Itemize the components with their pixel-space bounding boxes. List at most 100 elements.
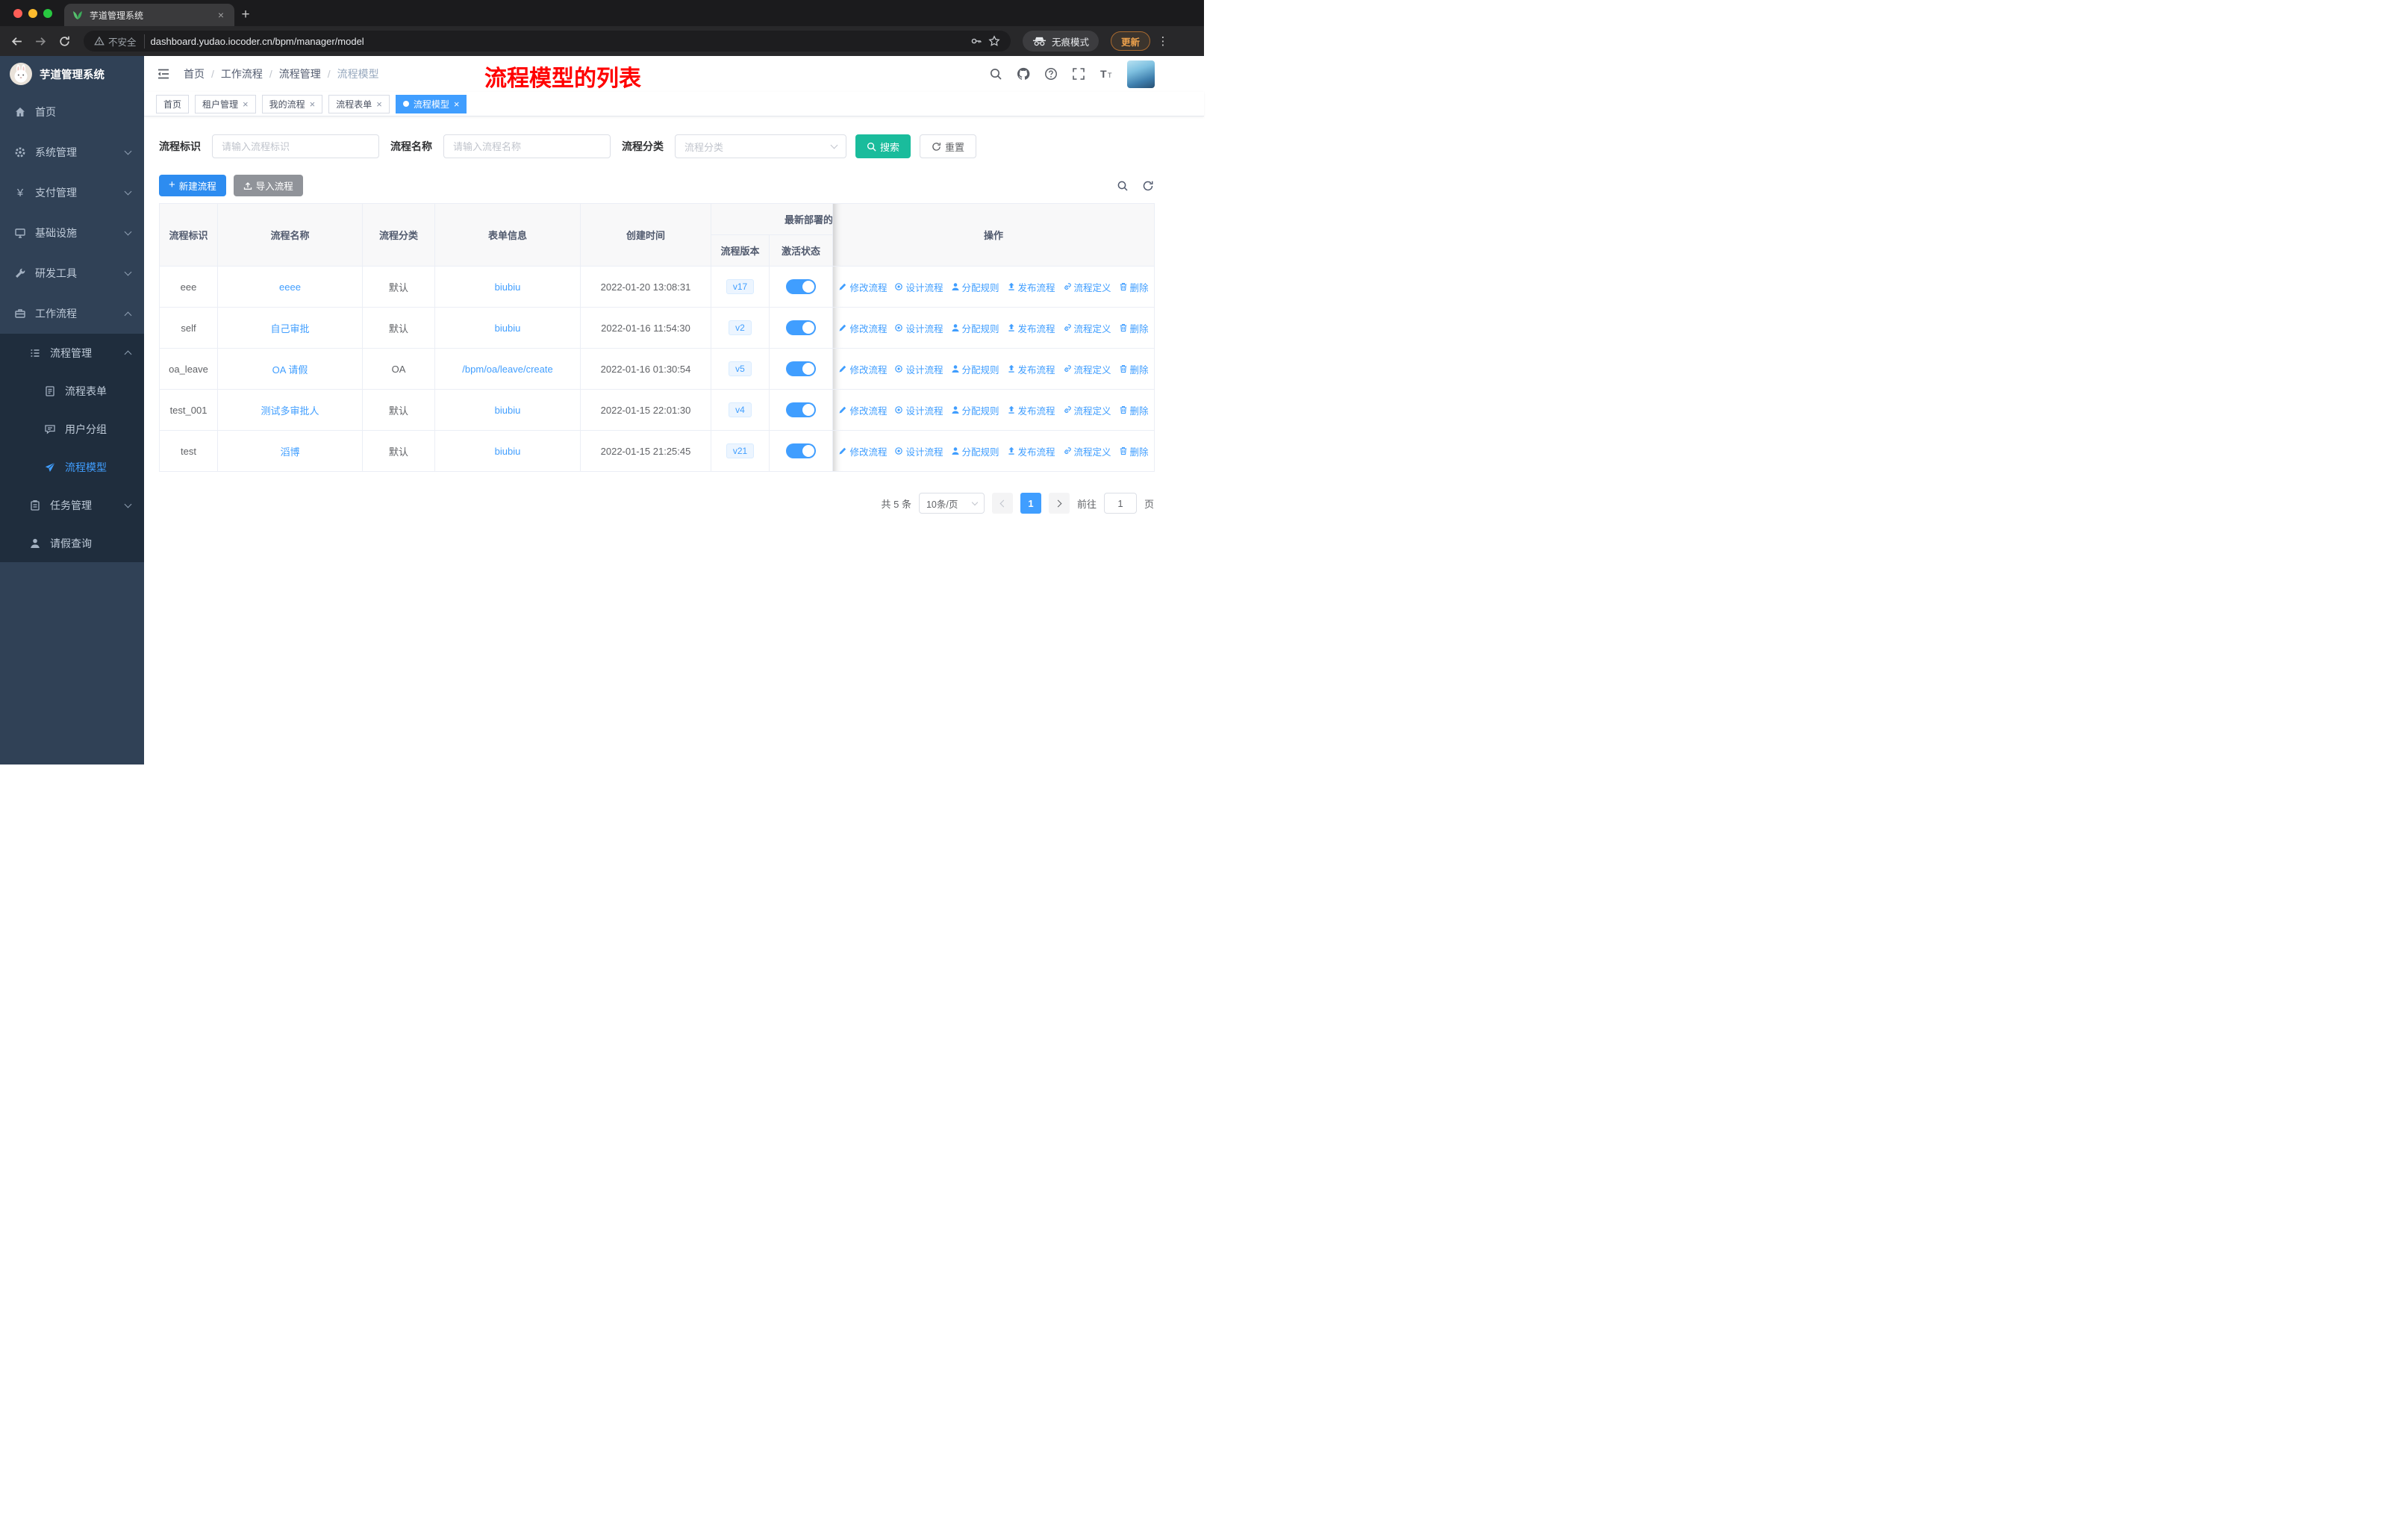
sidebar-item-process-form[interactable]: 流程表单 (0, 372, 144, 410)
reload-icon[interactable] (54, 31, 75, 52)
browser-tab[interactable]: 芋道管理系统 × (64, 4, 234, 26)
form-info-link[interactable]: biubiu (495, 281, 521, 293)
assign-rule-link[interactable]: 分配规则 (951, 362, 999, 376)
publish-process-link[interactable]: 发布流程 (1007, 444, 1055, 458)
tag-home[interactable]: 首页 (156, 94, 190, 113)
update-button[interactable]: 更新 (1110, 31, 1150, 51)
security-warning[interactable]: 不安全 (94, 34, 145, 49)
form-info-link[interactable]: /bpm/oa/leave/create (462, 364, 552, 375)
modify-process-link[interactable]: 修改流程 (838, 444, 887, 458)
fullscreen-icon[interactable] (1072, 67, 1085, 81)
close-icon[interactable]: × (376, 99, 382, 109)
breadcrumb-item-home[interactable]: 首页 (184, 66, 214, 81)
process-category-select[interactable]: 流程分类 (675, 134, 846, 158)
active-toggle[interactable] (786, 443, 816, 458)
breadcrumb-item-process-management[interactable]: 流程管理 (279, 66, 331, 81)
back-icon[interactable] (6, 31, 27, 52)
design-process-link[interactable]: 设计流程 (894, 280, 943, 294)
process-definition-link[interactable]: 流程定义 (1063, 321, 1111, 335)
publish-process-link[interactable]: 发布流程 (1007, 280, 1055, 294)
publish-process-link[interactable]: 发布流程 (1007, 362, 1055, 376)
goto-page-input[interactable] (1103, 493, 1137, 514)
breadcrumb-item-workflow[interactable]: 工作流程 (221, 66, 272, 81)
prev-page-button[interactable] (991, 493, 1013, 514)
modify-process-link[interactable]: 修改流程 (838, 280, 887, 294)
browser-menu-icon[interactable]: ⋮ (1156, 34, 1170, 48)
tag-process-form[interactable]: 流程表单 × (328, 94, 390, 113)
modify-process-link[interactable]: 修改流程 (838, 362, 887, 376)
sidebar-item-task-management[interactable]: 任务管理 (0, 486, 144, 524)
forward-icon[interactable] (30, 31, 51, 52)
form-info-link[interactable]: biubiu (495, 323, 521, 334)
active-toggle[interactable] (786, 361, 816, 376)
reset-button[interactable]: 重置 (920, 134, 977, 158)
create-process-button[interactable]: + 新建流程 (159, 175, 226, 196)
sidebar-item-dev-tools[interactable]: 研发工具 (0, 253, 144, 293)
close-window-button[interactable] (13, 8, 22, 18)
import-process-button[interactable]: 导入流程 (233, 175, 303, 196)
tag-tenant-management[interactable]: 租户管理 × (195, 94, 256, 113)
delete-link[interactable]: 删除 (1119, 280, 1149, 294)
active-toggle[interactable] (786, 320, 816, 335)
close-icon[interactable]: × (454, 99, 460, 109)
active-toggle[interactable] (786, 279, 816, 294)
process-definition-link[interactable]: 流程定义 (1063, 362, 1111, 376)
tag-my-process[interactable]: 我的流程 × (261, 94, 323, 113)
toggle-search-icon[interactable] (1117, 180, 1129, 192)
delete-link[interactable]: 删除 (1119, 444, 1149, 458)
tag-process-model[interactable]: 流程模型 × (395, 94, 467, 113)
design-process-link[interactable]: 设计流程 (894, 444, 943, 458)
process-name-link[interactable]: 测试多审批人 (261, 405, 319, 417)
assign-rule-link[interactable]: 分配规则 (951, 403, 999, 417)
active-toggle[interactable] (786, 402, 816, 417)
process-definition-link[interactable]: 流程定义 (1063, 280, 1111, 294)
sidebar-item-workflow[interactable]: 工作流程 (0, 293, 144, 334)
font-size-icon[interactable]: TT (1099, 67, 1113, 81)
sidebar-item-user-group[interactable]: 用户分组 (0, 410, 144, 448)
design-process-link[interactable]: 设计流程 (894, 403, 943, 417)
publish-process-link[interactable]: 发布流程 (1007, 321, 1055, 335)
github-icon[interactable] (1017, 67, 1030, 81)
sidebar-collapse-icon[interactable] (156, 66, 171, 81)
process-definition-link[interactable]: 流程定义 (1063, 403, 1111, 417)
process-name-link[interactable]: eeee (279, 281, 301, 293)
publish-process-link[interactable]: 发布流程 (1007, 403, 1055, 417)
password-key-icon[interactable] (970, 35, 982, 47)
process-name-link[interactable]: 自己审批 (270, 323, 309, 334)
process-name-link[interactable]: OA 请假 (272, 364, 308, 376)
close-icon[interactable]: × (243, 99, 249, 109)
assign-rule-link[interactable]: 分配规则 (951, 321, 999, 335)
address-bar[interactable]: 不安全 dashboard.yudao.iocoder.cn/bpm/manag… (84, 31, 1011, 52)
help-icon[interactable] (1044, 67, 1058, 81)
close-icon[interactable]: × (310, 99, 316, 109)
modify-process-link[interactable]: 修改流程 (838, 403, 887, 417)
search-icon[interactable] (989, 67, 1002, 81)
process-name-link[interactable]: 滔博 (280, 446, 299, 458)
minimize-window-button[interactable] (28, 8, 37, 18)
delete-link[interactable]: 删除 (1119, 362, 1149, 376)
modify-process-link[interactable]: 修改流程 (838, 321, 887, 335)
process-name-input[interactable] (443, 134, 611, 158)
user-avatar[interactable] (1127, 60, 1155, 88)
sidebar-item-infrastructure[interactable]: 基础设施 (0, 213, 144, 253)
sidebar-item-leave-query[interactable]: 请假查询 (0, 524, 144, 562)
assign-rule-link[interactable]: 分配规则 (951, 444, 999, 458)
form-info-link[interactable]: biubiu (495, 405, 521, 416)
page-1-button[interactable]: 1 (1020, 493, 1041, 514)
delete-link[interactable]: 删除 (1119, 403, 1149, 417)
delete-link[interactable]: 删除 (1119, 321, 1149, 335)
sidebar-item-process-model[interactable]: 流程模型 (0, 448, 144, 486)
close-tab-icon[interactable]: × (215, 9, 227, 21)
form-info-link[interactable]: biubiu (495, 446, 521, 457)
refresh-table-icon[interactable] (1142, 180, 1154, 192)
sidebar-item-process-management[interactable]: 流程管理 (0, 334, 144, 372)
new-tab-button[interactable]: + (234, 4, 257, 26)
process-id-input[interactable] (212, 134, 379, 158)
design-process-link[interactable]: 设计流程 (894, 362, 943, 376)
assign-rule-link[interactable]: 分配规则 (951, 280, 999, 294)
process-definition-link[interactable]: 流程定义 (1063, 444, 1111, 458)
sidebar-item-home[interactable]: 首页 (0, 92, 144, 132)
url-text[interactable]: dashboard.yudao.iocoder.cn/bpm/manager/m… (151, 36, 964, 47)
bookmark-star-icon[interactable] (988, 35, 1000, 47)
design-process-link[interactable]: 设计流程 (894, 321, 943, 335)
